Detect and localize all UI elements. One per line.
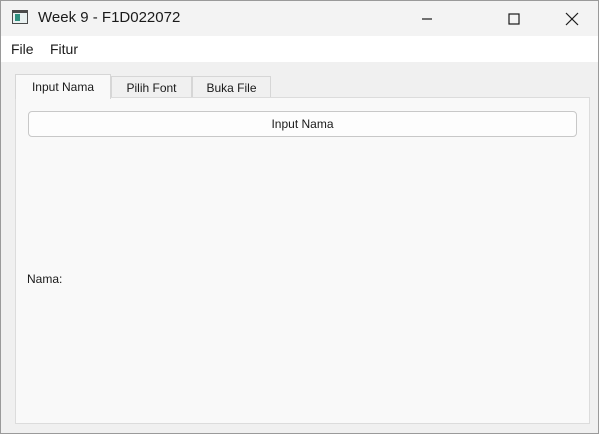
tab-label: Buka File — [206, 80, 257, 95]
tab-panel-input-nama: Input Nama Nama: — [15, 97, 590, 424]
title-bar[interactable]: Week 9 - F1D022072 — [1, 1, 598, 36]
tab-buka-file[interactable]: Buka File — [192, 76, 271, 98]
window-title: Week 9 - F1D022072 — [38, 9, 181, 26]
tab-label: Input Nama — [31, 80, 95, 94]
menu-file[interactable]: File — [10, 41, 35, 57]
tab-label: Pilih Font — [126, 80, 177, 95]
input-nama-button[interactable]: Input Nama — [28, 111, 577, 137]
window-app-icon — [12, 10, 28, 24]
name-label: Nama: — [27, 272, 63, 286]
menu-fitur[interactable]: Fitur — [49, 41, 79, 57]
close-icon — [565, 12, 579, 25]
minimize-button[interactable] — [398, 1, 456, 36]
menu-bar: File Fitur — [1, 36, 598, 62]
close-button[interactable] — [543, 1, 598, 36]
maximize-button[interactable] — [485, 1, 543, 36]
minimize-icon — [422, 17, 432, 20]
input-nama-button-label: Input Nama — [271, 117, 334, 131]
maximize-icon — [508, 12, 520, 25]
tab-pilih-font[interactable]: Pilih Font — [111, 76, 192, 98]
app-window: Week 9 - F1D022072 File Fitur Input Nama… — [0, 0, 599, 434]
tab-input-nama[interactable]: Input Nama — [15, 74, 111, 99]
